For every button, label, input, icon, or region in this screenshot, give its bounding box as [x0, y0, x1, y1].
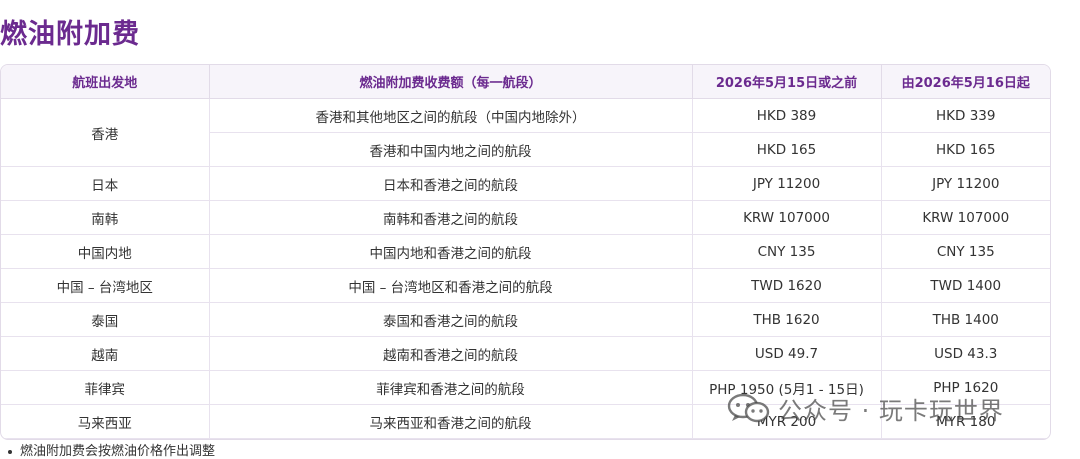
cell-origin: 马来西亚	[1, 404, 210, 439]
table-row: 日本 日本和香港之间的航段 JPY 11200 JPY 11200	[1, 166, 1050, 201]
cell-after: JPY 11200	[881, 166, 1050, 201]
cell-origin: 泰国	[1, 302, 210, 337]
table-header-row: 航班出发地 燃油附加费收费额（每一航段） 2026年5月15日或之前 由2026…	[1, 65, 1050, 99]
header-origin: 航班出发地	[1, 65, 210, 99]
table-row: 中国 – 台湾地区 中国 – 台湾地区和香港之间的航段 TWD 1620 TWD…	[1, 268, 1050, 303]
table-row: 泰国 泰国和香港之间的航段 THB 1620 THB 1400	[1, 302, 1050, 337]
cell-after: KRW 107000	[881, 200, 1050, 235]
cell-after: HKD 339	[881, 98, 1050, 133]
cell-origin: 越南	[1, 336, 210, 371]
cell-segment: 马来西亚和香港之间的航段	[209, 404, 693, 439]
cell-segment: 香港和其他地区之间的航段（中国内地除外）	[209, 98, 693, 133]
cell-origin: 中国 – 台湾地区	[1, 268, 210, 303]
cell-origin: 香港	[1, 98, 210, 167]
table-row: 中国内地 中国内地和香港之间的航段 CNY 135 CNY 135	[1, 234, 1050, 269]
cell-before: THB 1620	[692, 302, 882, 337]
footnote-text: 燃油附加费会按燃油价格作出调整	[20, 444, 216, 459]
cell-origin: 中国内地	[1, 234, 210, 269]
fuel-surcharge-table-container: 航班出发地 燃油附加费收费额（每一航段） 2026年5月15日或之前 由2026…	[0, 64, 1051, 440]
bullet-icon	[8, 449, 12, 454]
cell-segment: 中国内地和香港之间的航段	[209, 234, 693, 269]
cell-before: JPY 11200	[692, 166, 882, 201]
page-title: 燃油附加费	[0, 19, 140, 50]
watermark: 公众号 · 玩卡玩世界	[726, 390, 1004, 426]
cell-origin: 日本	[1, 166, 210, 201]
cell-after: HKD 165	[881, 132, 1050, 167]
cell-segment: 菲律宾和香港之间的航段	[209, 370, 693, 405]
cell-after: THB 1400	[881, 302, 1050, 337]
table-row: 南韩 南韩和香港之间的航段 KRW 107000 KRW 107000	[1, 200, 1050, 235]
cell-before: KRW 107000	[692, 200, 882, 235]
cell-after: CNY 135	[881, 234, 1050, 269]
cell-segment: 香港和中国内地之间的航段	[209, 132, 693, 167]
wechat-logo-icon	[727, 393, 770, 423]
cell-segment: 南韩和香港之间的航段	[209, 200, 693, 235]
cell-before: HKD 165	[692, 132, 882, 167]
table-row: 越南 越南和香港之间的航段 USD 49.7 USD 43.3	[1, 336, 1050, 371]
cell-before: HKD 389	[692, 98, 882, 133]
cell-segment: 日本和香港之间的航段	[209, 166, 693, 201]
cell-after: USD 43.3	[881, 336, 1050, 371]
cell-segment: 越南和香港之间的航段	[209, 336, 693, 371]
cell-origin: 菲律宾	[1, 370, 210, 405]
cell-before: TWD 1620	[692, 268, 882, 303]
fuel-surcharge-table: 航班出发地 燃油附加费收费额（每一航段） 2026年5月15日或之前 由2026…	[1, 65, 1050, 439]
header-after-date: 由2026年5月16日起	[881, 65, 1050, 99]
cell-origin: 南韩	[1, 200, 210, 235]
cell-segment: 泰国和香港之间的航段	[209, 302, 693, 337]
cell-before: USD 49.7	[692, 336, 882, 371]
header-segment: 燃油附加费收费额（每一航段）	[209, 65, 693, 99]
cell-before: CNY 135	[692, 234, 882, 269]
cell-segment: 中国 – 台湾地区和香港之间的航段	[209, 268, 693, 303]
cell-after: TWD 1400	[881, 268, 1050, 303]
header-before-date: 2026年5月15日或之前	[692, 65, 882, 99]
table-row: 香港 香港和其他地区之间的航段（中国内地除外） HKD 389 HKD 339	[1, 98, 1050, 167]
watermark-text: 公众号 · 玩卡玩世界	[778, 396, 1004, 425]
